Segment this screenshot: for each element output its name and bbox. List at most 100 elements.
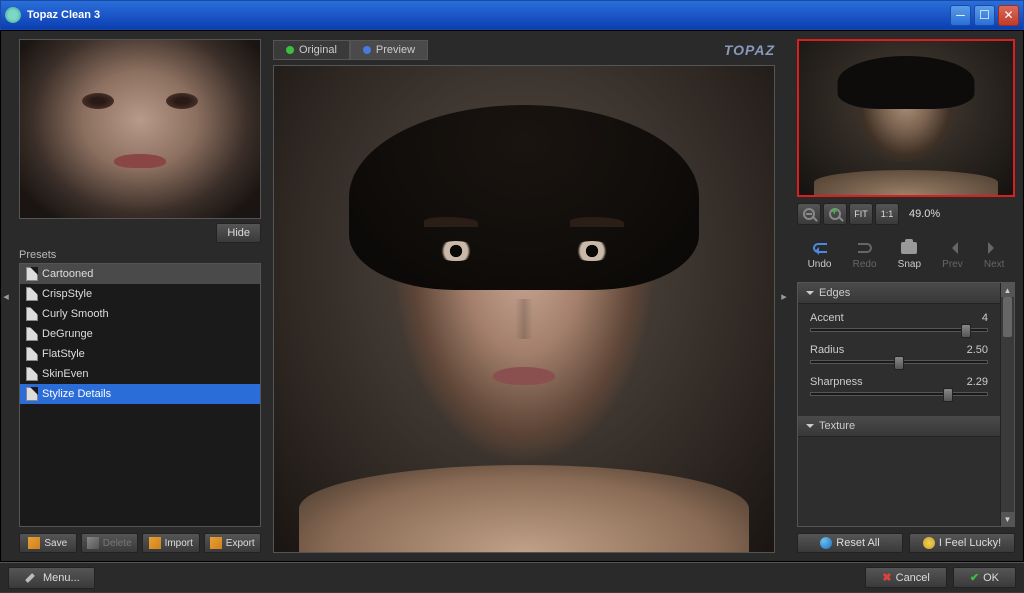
ok-label: OK bbox=[983, 572, 999, 584]
preset-label: Curly Smooth bbox=[42, 308, 109, 320]
preset-buttons: Save Delete Import Export bbox=[19, 533, 261, 553]
texture-title: Texture bbox=[819, 420, 855, 432]
hide-button-label: Hide bbox=[227, 227, 250, 239]
center-panel: Original Preview TOPAZ bbox=[269, 31, 779, 561]
accent-slider[interactable] bbox=[810, 328, 988, 332]
preset-item-degrunge[interactable]: DeGrunge bbox=[20, 324, 260, 344]
close-button[interactable]: ✕ bbox=[998, 5, 1019, 26]
reset-all-button[interactable]: Reset All bbox=[797, 533, 903, 553]
left-collapse-handle[interactable]: ◂ bbox=[1, 31, 11, 561]
preset-label: DeGrunge bbox=[42, 328, 93, 340]
chevron-down-icon bbox=[806, 291, 814, 299]
section-texture-header[interactable]: Texture bbox=[798, 416, 1000, 437]
tab-preview[interactable]: Preview bbox=[350, 40, 428, 60]
scroll-down-button[interactable]: ▼ bbox=[1001, 512, 1014, 526]
face-preview-image bbox=[20, 40, 260, 218]
preset-preview-thumb bbox=[19, 39, 261, 219]
prev-button: Prev bbox=[942, 239, 963, 270]
export-label: Export bbox=[226, 538, 255, 549]
preset-item-flatstyle[interactable]: FlatStyle bbox=[20, 344, 260, 364]
document-icon bbox=[26, 347, 38, 361]
edges-sliders: Accent4 Radius2.50 Sharpness2.29 bbox=[798, 304, 1000, 416]
sharpness-slider[interactable] bbox=[810, 392, 988, 396]
x-icon: ✖ bbox=[882, 571, 891, 584]
cube-icon bbox=[210, 537, 222, 549]
main-preview-image[interactable] bbox=[273, 65, 775, 553]
undo-button[interactable]: Undo bbox=[808, 239, 832, 270]
cancel-button[interactable]: ✖ Cancel bbox=[865, 567, 946, 588]
cube-icon bbox=[149, 537, 161, 549]
window-title: Topaz Clean 3 bbox=[27, 9, 950, 21]
parameters-panel: Edges Accent4 Radius2.50 Sharpness2.29 bbox=[797, 282, 1015, 527]
slider-handle[interactable] bbox=[961, 324, 971, 338]
hide-button[interactable]: Hide bbox=[216, 223, 261, 243]
right-collapse-handle[interactable]: ▸ bbox=[779, 31, 789, 561]
document-icon bbox=[26, 267, 38, 281]
triangle-right-icon bbox=[988, 242, 1000, 254]
magnify-minus-icon bbox=[803, 208, 815, 220]
radius-slider[interactable] bbox=[810, 360, 988, 364]
radius-label: Radius bbox=[810, 344, 844, 356]
zoom-controls: FIT 1:1 49.0% bbox=[797, 203, 1015, 225]
scroll-thumb[interactable] bbox=[1003, 297, 1012, 337]
scroll-up-button[interactable]: ▲ bbox=[1001, 283, 1014, 297]
presets-label: Presets bbox=[19, 249, 261, 261]
maximize-button[interactable]: ☐ bbox=[974, 5, 995, 26]
topaz-logo: TOPAZ bbox=[724, 42, 775, 58]
fit-label: FIT bbox=[854, 209, 868, 219]
titlebar: Topaz Clean 3 ─ ☐ ✕ bbox=[0, 0, 1024, 30]
tab-original[interactable]: Original bbox=[273, 40, 350, 60]
redo-label: Redo bbox=[853, 259, 877, 270]
preset-item-crispstyle[interactable]: CrispStyle bbox=[20, 284, 260, 304]
cancel-label: Cancel bbox=[896, 572, 930, 584]
redo-button: Redo bbox=[853, 239, 877, 270]
accent-value: 4 bbox=[982, 312, 988, 324]
preset-label: FlatStyle bbox=[42, 348, 85, 360]
slider-accent: Accent4 bbox=[810, 312, 988, 332]
preset-list[interactable]: Cartooned CrispStyle Curly Smooth DeGrun… bbox=[19, 263, 261, 527]
zoom-fit-button[interactable]: FIT bbox=[849, 203, 873, 225]
menu-button[interactable]: Menu... bbox=[8, 567, 95, 589]
navigator-thumbnail[interactable] bbox=[797, 39, 1015, 197]
reset-label: Reset All bbox=[836, 537, 879, 549]
app-icon bbox=[5, 7, 21, 23]
document-icon bbox=[26, 327, 38, 341]
preset-item-cartooned[interactable]: Cartooned bbox=[20, 264, 260, 284]
preset-item-curlysmooth[interactable]: Curly Smooth bbox=[20, 304, 260, 324]
minimize-button[interactable]: ─ bbox=[950, 5, 971, 26]
preset-item-skineven[interactable]: SkinEven bbox=[20, 364, 260, 384]
redo-icon bbox=[858, 243, 872, 253]
delete-preset-button[interactable]: Delete bbox=[81, 533, 139, 553]
ok-button[interactable]: ✔ OK bbox=[953, 567, 1016, 588]
preset-label: Stylize Details bbox=[42, 388, 111, 400]
window-controls: ─ ☐ ✕ bbox=[950, 5, 1019, 26]
slider-handle[interactable] bbox=[894, 356, 904, 370]
feel-lucky-button[interactable]: I Feel Lucky! bbox=[909, 533, 1015, 553]
zoom-percent: 49.0% bbox=[909, 208, 940, 220]
zoom-1to1-button[interactable]: 1:1 bbox=[875, 203, 899, 225]
next-label: Next bbox=[984, 259, 1005, 270]
view-tabs: Original Preview TOPAZ bbox=[273, 39, 775, 61]
left-panel: Hide Presets Cartooned CrispStyle Curly … bbox=[11, 31, 269, 561]
section-edges-header[interactable]: Edges bbox=[798, 283, 1000, 304]
slider-handle[interactable] bbox=[943, 388, 953, 402]
slider-sharpness: Sharpness2.29 bbox=[810, 376, 988, 396]
bottom-buttons: Reset All I Feel Lucky! bbox=[797, 533, 1015, 553]
document-icon bbox=[26, 287, 38, 301]
tab-original-label: Original bbox=[299, 44, 337, 56]
oneone-label: 1:1 bbox=[881, 209, 894, 219]
zoom-in-button[interactable] bbox=[823, 203, 847, 225]
import-preset-button[interactable]: Import bbox=[142, 533, 200, 553]
export-preset-button[interactable]: Export bbox=[204, 533, 262, 553]
magnify-plus-icon bbox=[829, 208, 841, 220]
snap-button[interactable]: Snap bbox=[898, 239, 921, 270]
params-scrollbar[interactable]: ▲ ▼ bbox=[1000, 283, 1014, 526]
lucky-label: I Feel Lucky! bbox=[939, 537, 1001, 549]
check-icon: ✔ bbox=[970, 571, 979, 584]
preset-item-stylizedetails[interactable]: Stylize Details bbox=[20, 384, 260, 404]
save-preset-button[interactable]: Save bbox=[19, 533, 77, 553]
prev-label: Prev bbox=[942, 259, 963, 270]
save-label: Save bbox=[44, 538, 67, 549]
wrench-icon bbox=[23, 571, 37, 585]
zoom-out-button[interactable] bbox=[797, 203, 821, 225]
